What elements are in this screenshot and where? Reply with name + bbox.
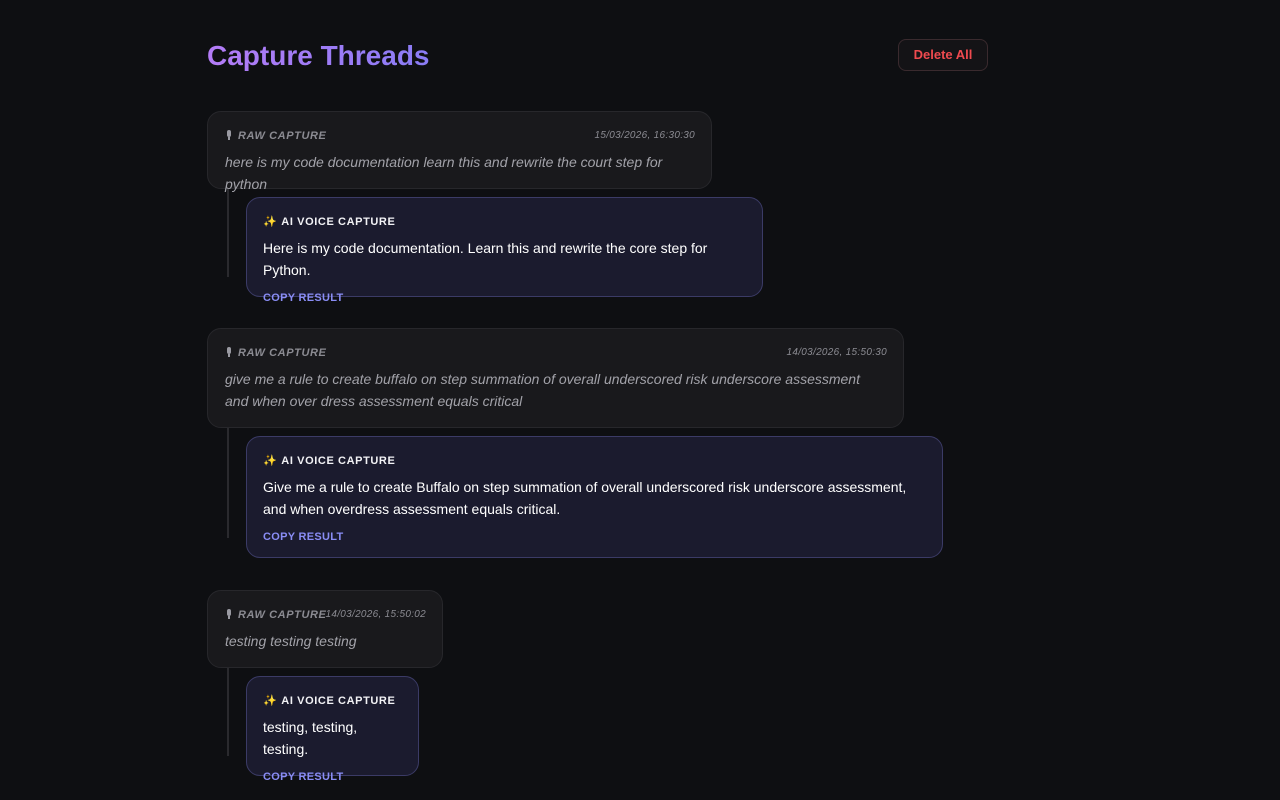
microphone-icon (225, 347, 233, 357)
thread-connector (227, 668, 229, 756)
sparkles-icon: ✨ (263, 455, 278, 467)
sparkles-icon: ✨ (263, 695, 278, 707)
raw-capture-label: RAW CAPTURE (225, 346, 327, 360)
raw-capture-label-text: RAW CAPTURE (238, 609, 327, 621)
thread-connector (227, 189, 229, 277)
copy-result-button[interactable]: COPY RESULT (263, 291, 344, 305)
raw-capture-timestamp: 15/03/2026, 16:30:30 (594, 130, 695, 141)
page-header: Capture Threads Delete All (207, 36, 988, 76)
capture-threads-page: Capture Threads Delete All RAW CAPTURE 1… (0, 0, 1280, 800)
raw-capture-timestamp: 14/03/2026, 15:50:30 (786, 347, 887, 358)
raw-capture-text: here is my code documentation learn this… (225, 154, 663, 192)
raw-capture-text: testing testing testing (225, 633, 357, 649)
raw-capture-card: RAW CAPTURE 15/03/2026, 16:30:30 here is… (207, 111, 712, 192)
raw-capture-label: RAW CAPTURE (225, 608, 327, 622)
ai-capture-label-text: AI VOICE CAPTURE (281, 216, 396, 228)
ai-capture-label-text: AI VOICE CAPTURE (281, 455, 396, 467)
sparkles-icon: ✨ (263, 216, 278, 228)
raw-capture-card: RAW CAPTURE 14/03/2026, 15:50:30 give me… (207, 328, 904, 428)
ai-capture-text: Give me a rule to create Buffalo on step… (263, 479, 907, 517)
ai-capture-text: Here is my code documentation. Learn thi… (263, 240, 708, 278)
raw-capture-header: RAW CAPTURE 14/03/2026, 15:50:02 (225, 608, 426, 622)
copy-result-button[interactable]: COPY RESULT (263, 530, 344, 544)
ai-capture-card: ✨ AI VOICE CAPTURE Here is my code docume… (246, 197, 763, 304)
thread-connector (227, 428, 229, 538)
raw-capture-timestamp: 14/03/2026, 15:50:02 (325, 609, 426, 620)
raw-capture-header: RAW CAPTURE 14/03/2026, 15:50:30 (225, 346, 887, 360)
raw-capture-label-text: RAW CAPTURE (238, 130, 327, 142)
microphone-icon (225, 609, 233, 619)
raw-capture-card: RAW CAPTURE 14/03/2026, 15:50:02 testing… (207, 590, 443, 668)
raw-capture-label: RAW CAPTURE (225, 129, 327, 143)
ai-capture-card: ✨ AI VOICE CAPTURE Give me a rule to crea… (246, 436, 943, 558)
page-title: Capture Threads (207, 38, 430, 74)
ai-capture-label: ✨ AI VOICE CAPTURE (263, 454, 926, 468)
ai-capture-label-text: AI VOICE CAPTURE (281, 695, 396, 707)
ai-capture-label: ✨ AI VOICE CAPTURE (263, 694, 402, 708)
raw-capture-label-text: RAW CAPTURE (238, 347, 327, 359)
ai-capture-text: testing, testing, testing. (263, 719, 358, 757)
raw-capture-header: RAW CAPTURE 15/03/2026, 16:30:30 (225, 129, 695, 143)
raw-capture-text: give me a rule to create buffalo on step… (225, 371, 860, 409)
ai-capture-label: ✨ AI VOICE CAPTURE (263, 215, 746, 229)
microphone-icon (225, 130, 233, 140)
delete-all-button[interactable]: Delete All (898, 39, 988, 71)
ai-capture-card: ✨ AI VOICE CAPTURE testing, testing, test… (246, 676, 419, 783)
copy-result-button[interactable]: COPY RESULT (263, 770, 344, 784)
